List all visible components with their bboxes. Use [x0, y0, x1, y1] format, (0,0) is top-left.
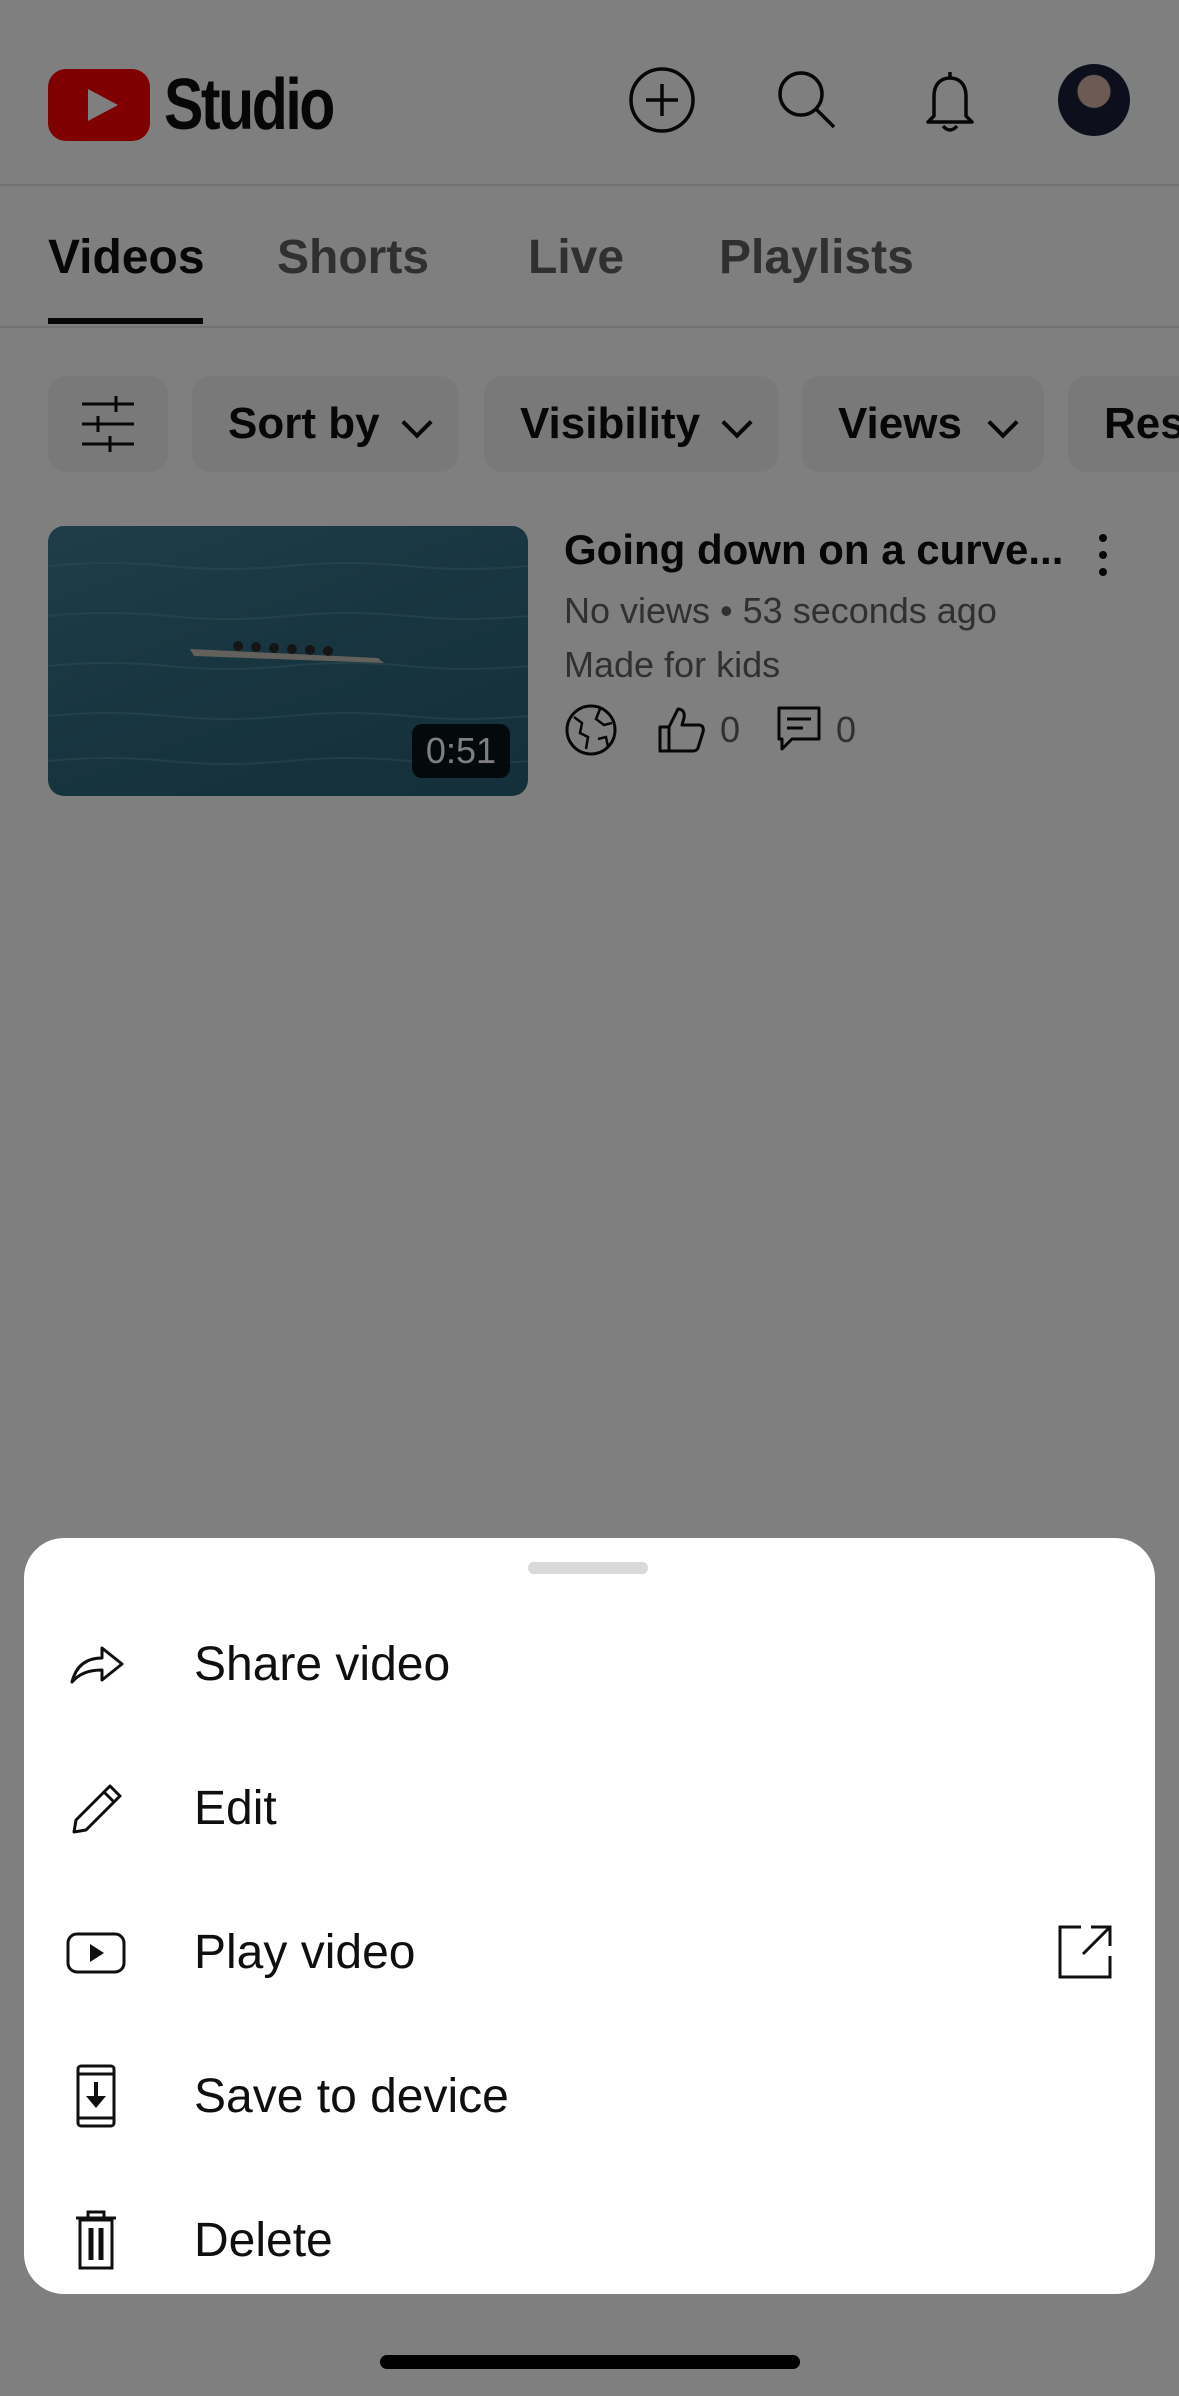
- play-video-label: Play video: [194, 1925, 416, 1979]
- share-video-option[interactable]: Share video: [24, 1592, 1155, 1736]
- play-icon: [66, 1932, 126, 1974]
- home-indicator: [380, 2355, 800, 2369]
- open-external-icon: [1058, 1925, 1112, 1979]
- video-options-sheet: Share video Edit Play video Save to devi…: [24, 1538, 1155, 2294]
- sheet-drag-handle[interactable]: [528, 1562, 648, 1574]
- pencil-icon: [72, 1784, 122, 1834]
- share-icon: [70, 1646, 124, 1684]
- download-to-device-icon: [76, 2064, 116, 2128]
- play-video-option[interactable]: Play video: [24, 1880, 1155, 2024]
- delete-option[interactable]: Delete: [24, 2168, 1155, 2312]
- save-to-device-label: Save to device: [194, 2069, 509, 2123]
- edit-label: Edit: [194, 1781, 277, 1835]
- trash-icon: [76, 2210, 116, 2270]
- delete-label: Delete: [194, 2213, 333, 2267]
- save-to-device-option[interactable]: Save to device: [24, 2024, 1155, 2168]
- share-video-label: Share video: [194, 1637, 451, 1691]
- edit-option[interactable]: Edit: [24, 1736, 1155, 1880]
